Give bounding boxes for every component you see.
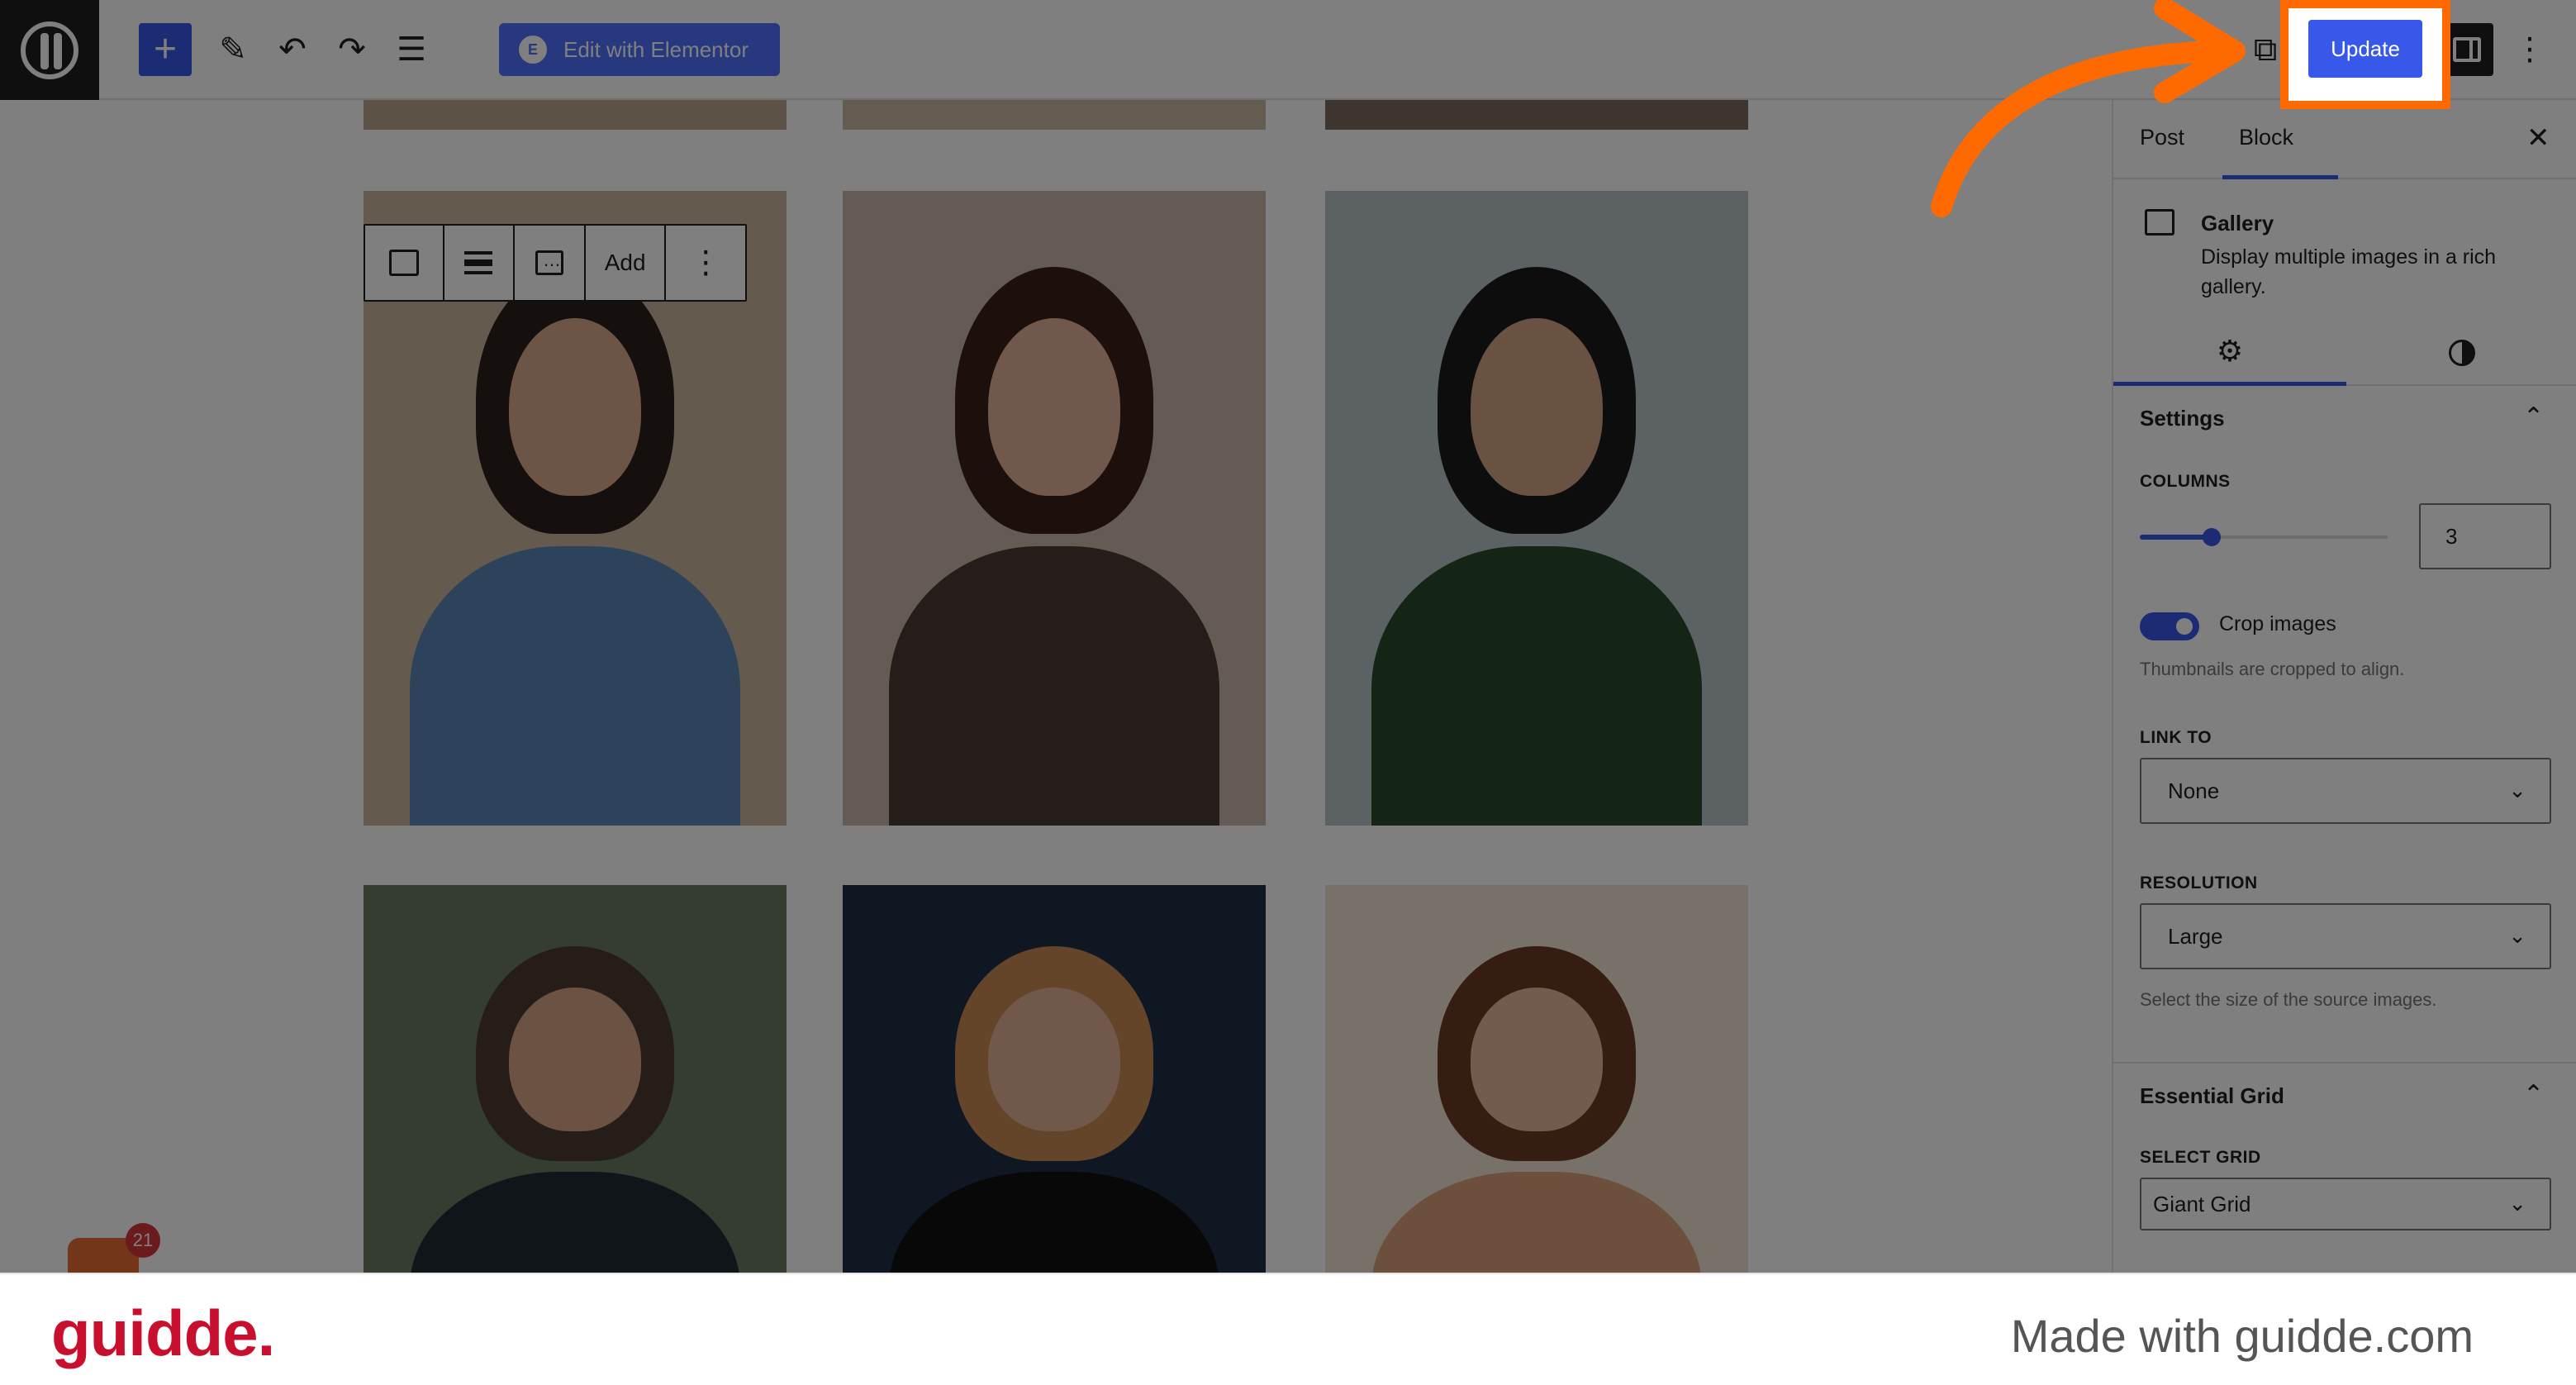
caption-icon [535,250,564,275]
tab-styles[interactable] [2346,320,2576,386]
pointer-arrow-icon [1931,0,2246,217]
update-button-highlighted[interactable]: Update [2308,20,2422,78]
gallery-image-partial[interactable] [1325,100,1748,130]
site-logo[interactable] [0,0,99,100]
undo-button[interactable]: ↶ [266,23,319,76]
chevron-up-icon: ⌃ [2523,403,2545,431]
inspector-tabs: ⚙ [2113,320,2576,386]
chevron-down-icon: ⌄ [2508,923,2526,948]
add-block-button[interactable]: + [139,23,192,76]
block-description: Display multiple images in a rich galler… [2201,245,2497,298]
photo-face [988,318,1120,496]
redo-icon: ↷ [338,31,366,68]
panel-title: Essential Grid [2140,1083,2284,1108]
add-images-button[interactable]: Add [586,226,667,300]
columns-label: COLUMNS [2140,472,2231,491]
caption-button[interactable] [515,226,586,300]
photo-face [1471,988,1603,1131]
gear-icon: ⚙ [2216,333,2244,368]
chevron-down-icon: ⌄ [2508,778,2526,802]
wordpress-logo-icon [21,21,78,79]
chevron-up-icon: ⌃ [2523,1081,2545,1108]
list-view-icon: ☰ [397,31,426,68]
photo-clothing [889,546,1219,826]
block-options-button[interactable]: ⋮ [666,226,745,300]
link-to-label: LINK TO [2140,728,2212,747]
block-type-button[interactable] [365,226,444,300]
block-toolbar: Add ⋮ [364,224,747,302]
settings-sidebar: Post Block ✕ Gallery Display multiple im… [2112,100,2576,1385]
vertical-dots-icon: ⋮ [690,245,722,280]
sidebar-icon [2453,37,2481,62]
photo-face [988,988,1120,1131]
resolution-value: Large [2168,923,2223,949]
settings-panel-header[interactable]: Settings ⌃ [2113,386,2576,447]
photo-face [509,988,641,1131]
align-wide-icon [464,251,493,274]
gallery-icon [388,250,419,276]
options-menu-button[interactable]: ⋮ [2503,23,2556,76]
select-grid-label: SELECT GRID [2140,1148,2261,1167]
edit-with-elementor-button[interactable]: E Edit with Elementor [499,23,780,76]
edit-with-elementor-label: Edit with Elementor [563,36,749,62]
resolution-help-text: Select the size of the source images. [2140,989,2437,1010]
crop-images-toggle[interactable] [2140,612,2199,640]
resolution-label: RESOLUTION [2140,873,2258,892]
photo-clothing [410,546,740,826]
plus-icon: + [153,27,178,71]
close-icon[interactable]: ✕ [2526,121,2550,155]
update-button-highlight: Update [2280,0,2450,109]
guidde-tagline: Made with guidde.com [2010,1310,2474,1362]
crop-help-text: Thumbnails are cropped to align. [2140,659,2405,679]
photo-face [509,318,641,496]
photo-face [1471,318,1603,496]
gallery-image-partial[interactable] [364,100,787,130]
undo-icon: ↶ [278,31,307,68]
select-grid-select[interactable]: Giant Grid ⌄ [2140,1178,2551,1230]
tab-settings[interactable]: ⚙ [2113,320,2346,386]
guidde-logo: guidde. [51,1297,275,1369]
guidde-footer: guidde. Made with guidde.com [0,1273,2576,1385]
app-window: + ✎ ↶ ↷ ☰ E Edit with Elementor ⧉ Update… [0,0,2576,1385]
photo-woman-brown-jacket[interactable] [843,191,1266,826]
vertical-dots-icon: ⋮ [2514,32,2545,67]
align-button[interactable] [444,226,516,300]
document-overview-button[interactable]: ☰ [385,23,438,76]
crop-images-label: Crop images [2219,612,2336,635]
tools-button[interactable]: ✎ [207,23,259,76]
select-grid-value: Giant Grid [2153,1191,2251,1216]
chevron-down-icon: ⌄ [2508,1191,2526,1216]
link-to-select[interactable]: None ⌄ [2140,758,2551,824]
settings-panel: Settings ⌃ COLUMNS 3 Crop images Thumbna… [2113,386,2576,1064]
elementor-icon: E [519,36,547,64]
gallery-image-partial[interactable] [843,100,1266,130]
resolution-select[interactable]: Large ⌄ [2140,903,2551,969]
columns-slider-fill [2140,535,2212,540]
photo-person-stairs[interactable] [1325,191,1748,826]
add-label: Add [604,250,646,275]
notification-count: 21 [126,1223,160,1258]
panel-title: Settings [2140,406,2225,431]
columns-input[interactable]: 3 [2419,503,2551,569]
editor-canvas: Add ⋮ [0,100,2112,1385]
essential-grid-header[interactable]: Essential Grid ⌃ [2113,1064,2576,1125]
photo-clothing [1371,546,1702,826]
columns-slider-thumb[interactable] [2203,528,2221,546]
pencil-icon: ✎ [219,31,247,68]
link-to-value: None [2168,778,2220,803]
redo-button[interactable]: ↷ [326,23,378,76]
styles-icon [2449,340,2475,366]
